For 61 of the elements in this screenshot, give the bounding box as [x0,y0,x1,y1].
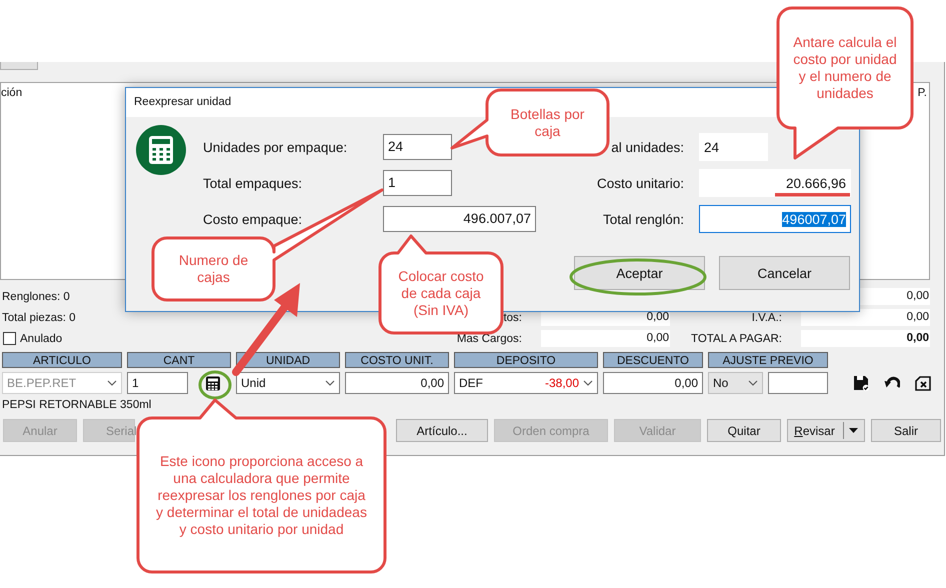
callout-text: Botellas por caja [510,106,586,140]
input-field[interactable]: 0,00 [603,372,703,394]
column-header: ARTICULO [2,352,122,368]
input-field[interactable] [768,372,828,394]
field-label: I.V.A.: [750,312,782,324]
calculator-icon [136,125,186,175]
dropdown-field[interactable]: Unid [236,372,340,394]
column-header: COSTO UNIT. [345,352,449,368]
field-label: Total renglón: [602,212,684,226]
product-description: PEPSI RETORNABLE 350ml [1,398,152,412]
callout-text: Este icono proporciona acceso a una calculadora que permite reexpresar los renglones por caja y determinar el total de unidadeas y costo unitario por unidad [155,452,368,538]
calculator-icon[interactable] [205,376,221,390]
chevron-icon [748,380,758,386]
value-field[interactable]: 496007,07 [699,205,851,233]
value-field: 0,00 [801,309,930,326]
value-field: 0,00 [801,330,930,347]
field-label: Mas Cargos: [456,332,522,344]
column-header: AJUSTE PREVIO [708,352,828,368]
button[interactable]: Cancelar [719,256,850,290]
value-field: 0,00 [541,330,670,347]
dropdown-field[interactable]: DEF -38,00 [454,372,598,394]
chevron-icon [325,380,335,386]
column-header[interactable]: P. [918,87,927,99]
button[interactable]: Quitar [707,419,781,442]
delete-icon[interactable] [915,375,931,391]
callout-text: Colocar costo de cada caja (Sin IVA) [397,268,485,318]
column-header: CANT [127,352,231,368]
value-field[interactable]: 24 [699,133,768,161]
input-field[interactable]: 0,00 [345,372,449,394]
highlight-ellipse [198,370,232,400]
callout-text: Antare calcula el costo por unidad y el numero de unidades [793,34,897,102]
callout-text: Numero de cajas [178,252,250,286]
input-field[interactable]: 24 [383,134,452,160]
button[interactable]: Artículo... [396,419,488,442]
field-label: Unidades por empaque: [203,140,348,154]
undo-icon[interactable] [884,375,900,391]
field-label: Costo empaque: [203,212,304,226]
summary-text: Renglones: 0 [1,290,71,302]
button[interactable]: Salir [871,419,941,442]
column-header: DEPOSITO [454,352,598,368]
chevron-icon [583,380,593,386]
checkbox-label[interactable]: Anulado [20,332,62,344]
field-label: al unidades: [610,140,684,154]
column-header: UNIDAD [236,352,340,368]
chevron-icon [107,380,117,386]
column-header[interactable]: ción [1,87,22,99]
input-field[interactable]: 496.007,07 [383,206,536,232]
column-header: DESCUENTO [603,352,703,368]
value-field[interactable]: 20.666,96 [699,169,851,197]
field-label: Costo unitario: [596,176,684,190]
summary-text: Total piezas: 0 [1,312,77,324]
dropdown-field[interactable]: No [708,372,763,394]
split-button[interactable]: Revisar [787,419,865,442]
input-field[interactable]: 1 [127,372,188,394]
field-label: TOTAL A PAGAR: [690,332,782,344]
field-label: tos: [502,312,522,324]
field-label: Total empaques: [203,176,304,190]
checkbox[interactable] [3,332,16,345]
caret-icon[interactable] [848,428,858,433]
input-field[interactable]: 1 [383,170,452,196]
save-icon[interactable] [853,375,869,391]
